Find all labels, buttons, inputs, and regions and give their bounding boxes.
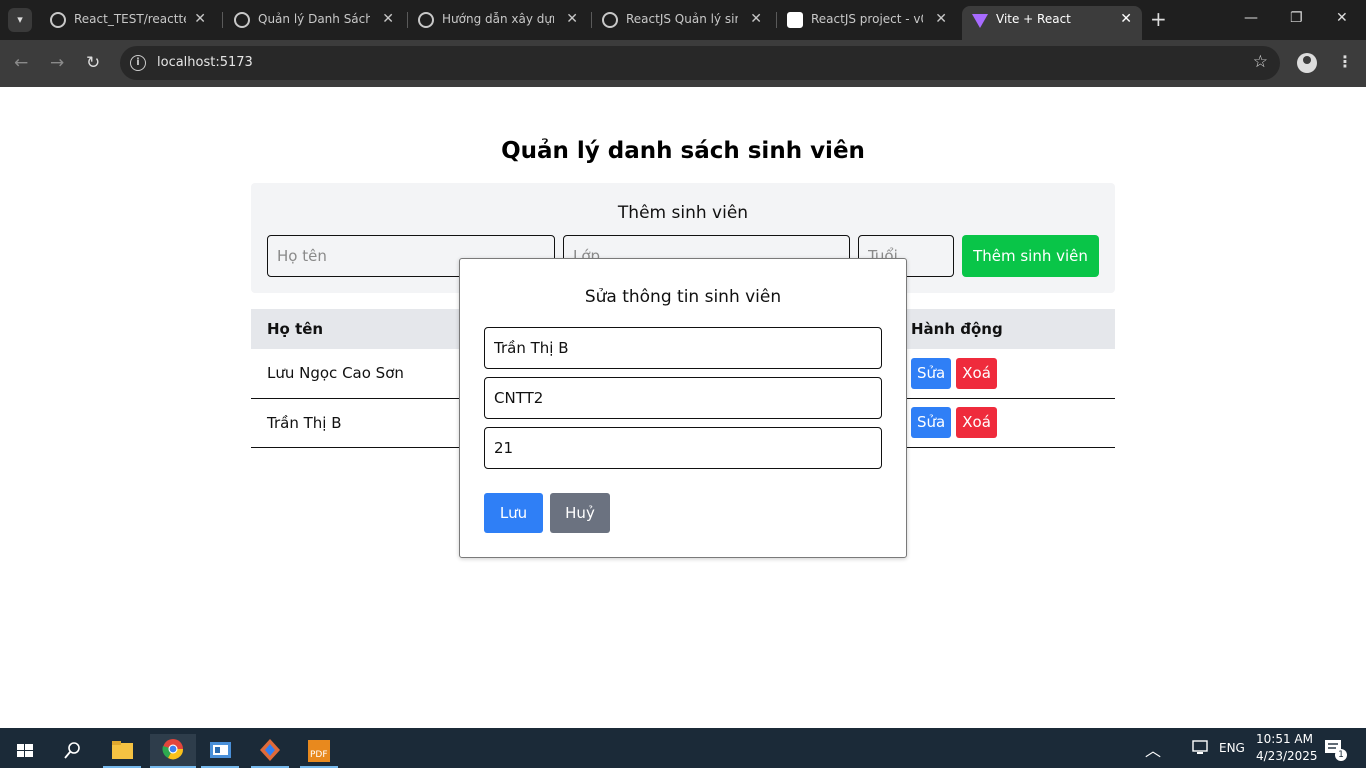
windows-taskbar: PDF ︿ ENG 10:51 AM 4/23/2025 1 (0, 728, 1366, 768)
row-actions: Sửa Xoá (895, 349, 1115, 399)
vite-icon (972, 14, 988, 28)
delete-button[interactable]: Xoá (956, 357, 997, 389)
close-tab-icon[interactable]: ✕ (935, 11, 947, 27)
app-window-icon[interactable] (201, 734, 239, 768)
cancel-button[interactable]: Huỷ (550, 493, 610, 533)
add-student-heading: Thêm sinh viên (617, 203, 749, 223)
pdf-reader-icon[interactable]: PDF (300, 734, 338, 768)
chrome-icon[interactable] (150, 734, 196, 768)
restore-icon[interactable]: ❐ (1290, 10, 1303, 26)
save-button[interactable]: Lưu (484, 493, 543, 533)
tab-huong-dan[interactable]: Hướng dẫn xây dựng ✕ (408, 6, 588, 34)
close-tab-icon[interactable]: ✕ (382, 11, 394, 27)
new-tab-icon[interactable]: + (1150, 9, 1167, 29)
file-explorer-icon[interactable] (103, 734, 141, 768)
tab-title: Hướng dẫn xây dựng (442, 12, 554, 26)
address-bar[interactable]: i localhost:5173 ☆ (120, 46, 1280, 80)
back-icon[interactable]: ← (14, 53, 28, 73)
tab-title: Vite + React (996, 12, 1071, 26)
add-student-button[interactable]: Thêm sinh viên (962, 235, 1099, 277)
bookmark-star-icon[interactable]: ☆ (1253, 52, 1268, 72)
browser-menu-icon[interactable]: ⋮ (1337, 52, 1353, 71)
header-actions: Hành động (895, 309, 1115, 349)
profile-avatar-icon[interactable] (1297, 53, 1317, 73)
v0-icon (787, 12, 803, 28)
edit-modal-heading: Sửa thông tin sinh viên (584, 287, 782, 307)
forward-icon[interactable]: → (50, 53, 64, 73)
windows-start-icon[interactable] (6, 734, 44, 768)
chatgpt-icon (602, 12, 618, 28)
delete-button[interactable]: Xoá (956, 407, 997, 438)
edit-class-input[interactable] (484, 377, 882, 419)
tab-quan-ly-danh-sach[interactable]: Quản lý Danh Sách Si ✕ (224, 6, 404, 34)
edit-name-input[interactable] (484, 327, 882, 369)
github-icon (50, 12, 66, 28)
edit-student-modal: Sửa thông tin sinh viên Lưu Huỷ (459, 258, 907, 558)
tab-react-test[interactable]: React_TEST/reacttest ✕ (40, 6, 216, 34)
site-icon (234, 12, 250, 28)
edit-button[interactable]: Sửa (911, 357, 952, 389)
tab-title: ReactJS project - v0 b (811, 12, 923, 26)
row-actions: Sửa Xoá (895, 398, 1115, 448)
site-info-icon[interactable]: i (130, 55, 146, 71)
notification-count-badge: 1 (1335, 749, 1347, 761)
language-indicator[interactable]: ENG (1219, 741, 1245, 755)
tab-title: Quản lý Danh Sách Si (258, 12, 370, 26)
edit-age-input[interactable] (484, 427, 882, 469)
clock-date[interactable]: 4/23/2025 (1256, 749, 1318, 763)
network-icon[interactable] (1192, 739, 1210, 758)
close-tab-icon[interactable]: ✕ (194, 11, 206, 27)
tab-v0-project[interactable]: ReactJS project - v0 b ✕ (777, 6, 957, 34)
minimize-icon[interactable]: — (1244, 10, 1258, 26)
show-hidden-icons-icon[interactable]: ︿ (1145, 737, 1161, 761)
close-window-icon[interactable]: ✕ (1336, 10, 1348, 26)
tab-title: React_TEST/reacttest (74, 12, 186, 26)
chatgpt-icon (418, 12, 434, 28)
page-title: Quản lý danh sách sinh viên (501, 138, 865, 164)
close-tab-icon[interactable]: ✕ (750, 11, 762, 27)
git-tool-icon[interactable] (251, 734, 289, 768)
close-tab-icon[interactable]: ✕ (1120, 11, 1132, 27)
browser-tab-bar: ▾ React_TEST/reacttest ✕ Quản lý Danh Sá… (0, 0, 1366, 40)
svg-text:PDF: PDF (310, 750, 328, 760)
close-tab-icon[interactable]: ✕ (566, 11, 578, 27)
browser-toolbar: ← → ↻ i localhost:5173 ☆ (0, 40, 1366, 87)
clock-time[interactable]: 10:51 AM (1256, 732, 1313, 746)
tab-separator (222, 12, 223, 28)
url-text[interactable]: localhost:5173 (157, 55, 253, 70)
edit-button[interactable]: Sửa (911, 407, 952, 438)
tab-title: ReactJS Quản lý sinh (626, 12, 738, 26)
search-icon[interactable] (54, 734, 92, 768)
tab-reactjs-quan-ly[interactable]: ReactJS Quản lý sinh ✕ (592, 6, 772, 34)
tab-search-button[interactable]: ▾ (8, 8, 32, 32)
tab-vite-react[interactable]: Vite + React ✕ (962, 6, 1142, 40)
reload-icon[interactable]: ↻ (86, 53, 100, 73)
